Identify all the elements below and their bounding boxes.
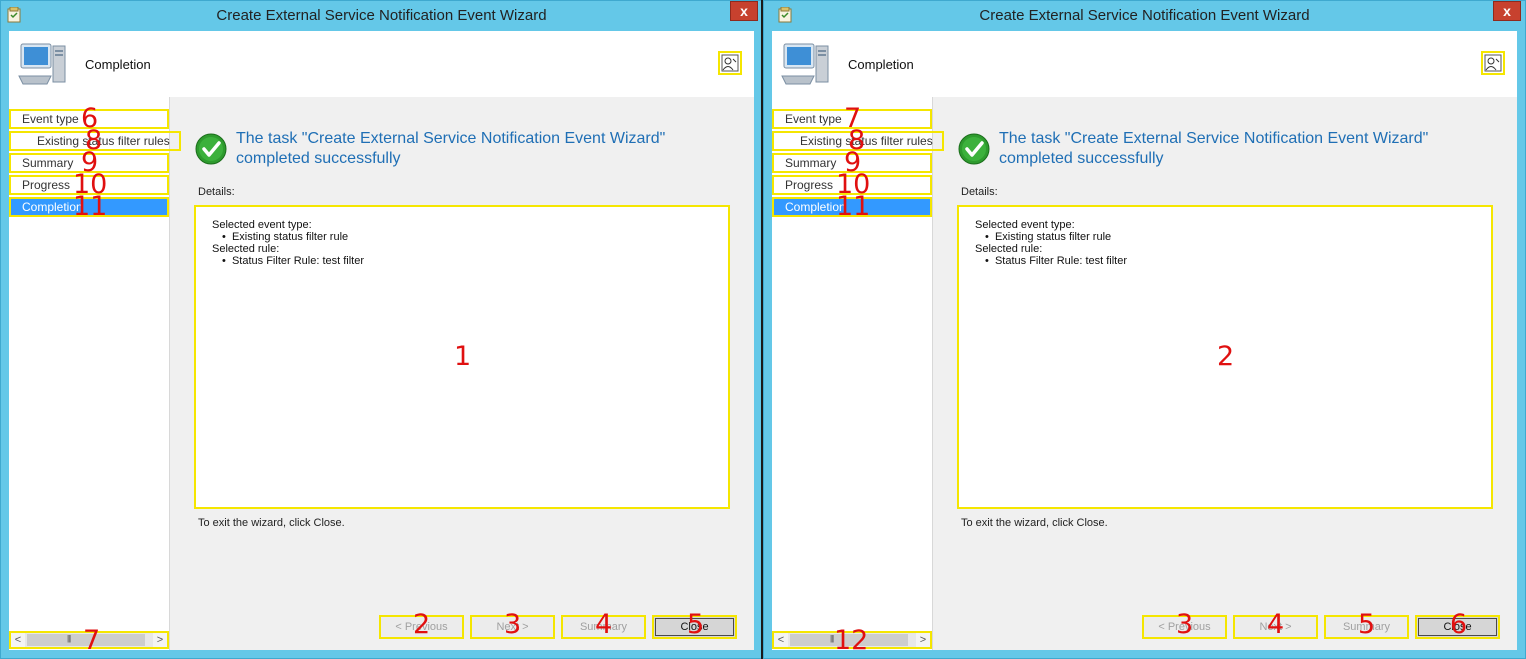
details-line: Selected rule: <box>212 243 280 255</box>
computer-icon <box>18 43 66 85</box>
wizard-steps-nav: Event type Existing status filter rules … <box>772 97 944 654</box>
overlay-number: 1 <box>454 341 472 372</box>
overlay-number: 7 <box>83 625 101 656</box>
page-title: Completion <box>85 57 151 72</box>
window-title: Create External Service Notification Eve… <box>216 7 547 24</box>
details-bullet-line: • Status Filter Rule: test filter <box>222 255 365 267</box>
overlay-number: 2 <box>1217 341 1235 372</box>
details-label: Details: <box>198 186 235 198</box>
wizard-header: Completion <box>9 31 754 97</box>
overlay-number: 5 <box>687 609 705 640</box>
success-check-icon <box>195 133 227 165</box>
details-bullet-line: • Existing status filter rule <box>985 231 1112 243</box>
details-textbox[interactable]: Selected event type: • Existing status f… <box>194 205 730 509</box>
help-user-icon[interactable] <box>718 51 742 75</box>
details-line: Existing status filter rule <box>994 231 1112 243</box>
completion-content: The task "Create External Service Notifi… <box>169 97 754 650</box>
details-line: Existing status filter rule <box>231 231 349 243</box>
overlay-number: 3 <box>1176 609 1194 640</box>
computer-icon <box>781 43 829 85</box>
details-line: Status Filter Rule: test filter <box>994 255 1128 267</box>
scroll-left-arrow-icon[interactable]: < <box>11 633 25 647</box>
details-line: Selected event type: <box>212 219 312 231</box>
success-check-icon <box>958 133 990 165</box>
overlay-number: 12 <box>834 625 869 656</box>
exit-instructions: To exit the wizard, click Close. <box>198 517 345 529</box>
wizard-window-left: Create External Service Notification Eve… <box>0 0 763 659</box>
overlay-number: 11 <box>836 191 871 222</box>
wizard-client-area: Completion Event type Existing status fi… <box>9 31 754 654</box>
title-bar[interactable]: Create External Service Notification Eve… <box>1 1 762 31</box>
overlay-number: 4 <box>595 609 613 640</box>
scroll-right-arrow-icon[interactable]: > <box>916 633 930 647</box>
details-label: Details: <box>961 186 998 198</box>
details-content: Selected event type: • Existing status f… <box>212 219 364 267</box>
overlay-number: 4 <box>1267 609 1285 640</box>
details-bullet-line: • Status Filter Rule: test filter <box>985 255 1128 267</box>
wizard-client-area: Completion Event type Existing status fi… <box>772 31 1517 654</box>
wizard-steps-nav: Event type Existing status filter rules … <box>9 97 181 654</box>
close-window-button[interactable]: x <box>730 1 758 21</box>
close-window-button[interactable]: x <box>1493 1 1521 21</box>
wizard-window-right: Create External Service Notification Eve… <box>763 0 1526 659</box>
wizard-header: Completion <box>772 31 1517 97</box>
overlay-number: 5 <box>1358 609 1376 640</box>
details-line: Selected event type: <box>975 219 1075 231</box>
details-line: Status Filter Rule: test filter <box>231 255 365 267</box>
details-line: Selected rule: <box>975 243 1043 255</box>
overlay-number: 2 <box>413 609 431 640</box>
window-title: Create External Service Notification Eve… <box>979 7 1310 24</box>
exit-instructions: To exit the wizard, click Close. <box>961 517 1108 529</box>
overlay-number: 6 <box>1450 609 1468 640</box>
help-user-icon[interactable] <box>1481 51 1505 75</box>
scrollbar-grip-icon: ||| <box>67 634 71 643</box>
details-bullet-line: • Existing status filter rule <box>222 231 349 243</box>
completion-message: The task "Create External Service Notifi… <box>999 130 1429 167</box>
completion-message: The task "Create External Service Notifi… <box>236 130 666 167</box>
page-title: Completion <box>848 57 914 72</box>
completion-content: The task "Create External Service Notifi… <box>932 97 1517 650</box>
details-textbox[interactable]: Selected event type: • Existing status f… <box>957 205 1493 509</box>
scrollbar-grip-icon: ||| <box>830 634 834 643</box>
overlay-number: 3 <box>504 609 522 640</box>
details-content: Selected event type: • Existing status f… <box>975 219 1127 267</box>
scroll-right-arrow-icon[interactable]: > <box>153 633 167 647</box>
overlay-number: 11 <box>73 191 108 222</box>
scroll-left-arrow-icon[interactable]: < <box>774 633 788 647</box>
title-bar[interactable]: Create External Service Notification Eve… <box>764 1 1525 31</box>
